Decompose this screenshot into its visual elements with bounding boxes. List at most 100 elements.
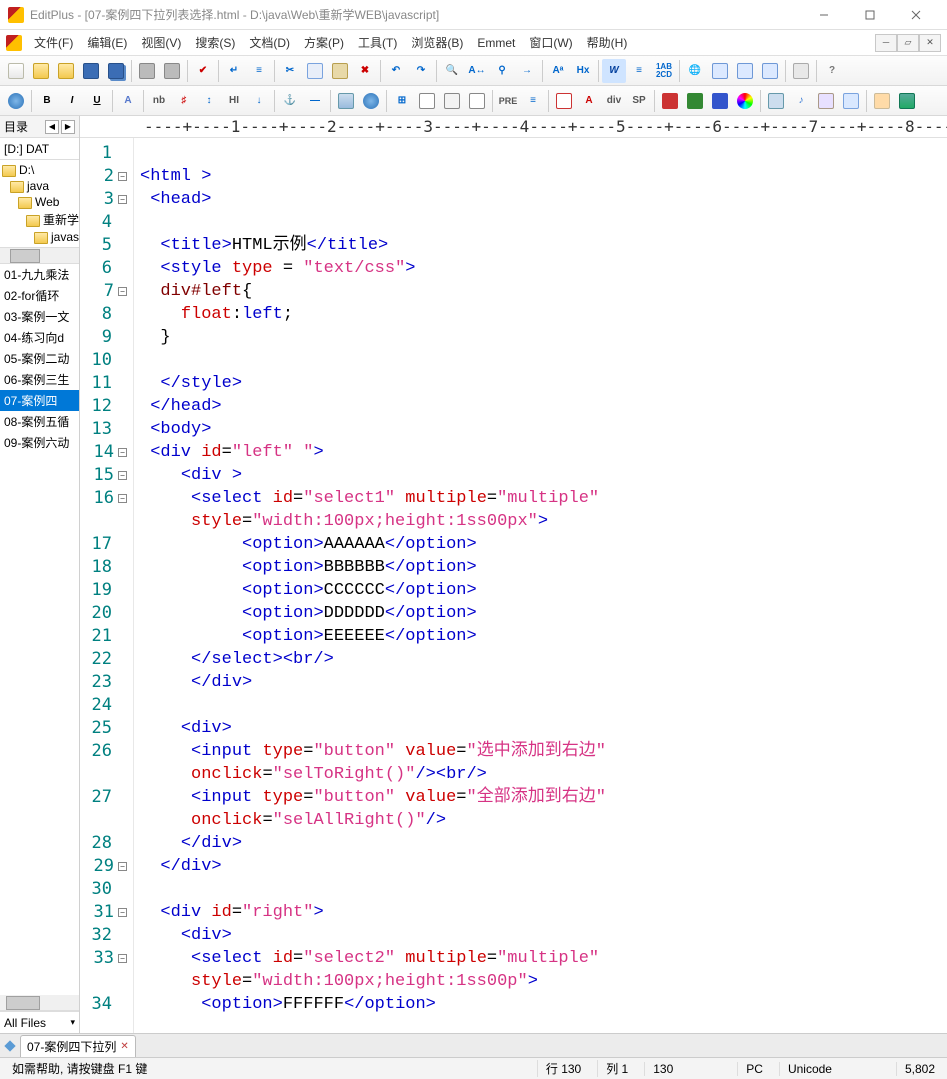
- code-line[interactable]: <input type="button" value="选中添加到右边": [140, 740, 941, 763]
- redo-button[interactable]: ↷: [409, 59, 433, 83]
- object-button[interactable]: [814, 89, 838, 113]
- menu-document[interactable]: 文档(D): [243, 32, 296, 53]
- code-line[interactable]: </div>: [140, 832, 941, 855]
- column-button[interactable]: 1AB2CD: [652, 59, 676, 83]
- file-item[interactable]: 09-案例六动: [0, 432, 79, 453]
- script-button[interactable]: [552, 89, 576, 113]
- code-line[interactable]: onclick="selToRight()"/><br/>: [140, 763, 941, 786]
- hex-button[interactable]: Hx: [571, 59, 595, 83]
- tree-item[interactable]: Web: [0, 194, 79, 210]
- code-line[interactable]: style="width:100px;height:1ss00p">: [140, 970, 941, 993]
- mdi-restore[interactable]: ▱: [897, 34, 919, 52]
- color-picker-button[interactable]: [733, 89, 757, 113]
- span-button[interactable]: SP: [627, 89, 651, 113]
- code-line[interactable]: <div>: [140, 717, 941, 740]
- code-view[interactable]: <html > <head> <title>HTML示例</title> <st…: [134, 138, 947, 1033]
- close-icon[interactable]: ✕: [120, 1041, 128, 1052]
- code-line[interactable]: <title>HTML示例</title>: [140, 234, 941, 257]
- file-item[interactable]: 08-案例五循: [0, 411, 79, 432]
- minimize-button[interactable]: [801, 0, 847, 30]
- code-line[interactable]: [140, 142, 941, 165]
- table-button[interactable]: ⊞: [390, 89, 414, 113]
- color-r-button[interactable]: [658, 89, 682, 113]
- code-line[interactable]: <select id="select1" multiple="multiple": [140, 487, 941, 510]
- file-item[interactable]: 06-案例三生: [0, 369, 79, 390]
- code-line[interactable]: <option>BBBBBB</option>: [140, 556, 941, 579]
- file-filter[interactable]: All Files ▾: [0, 1011, 79, 1033]
- drive-selector[interactable]: [D:] DAT: [0, 138, 79, 160]
- hr-button[interactable]: —: [303, 89, 327, 113]
- spellcheck-button[interactable]: ✔: [191, 59, 215, 83]
- code-line[interactable]: <option>AAAAAA</option>: [140, 533, 941, 556]
- goto-button[interactable]: →: [515, 59, 539, 83]
- browser-button[interactable]: 🌐: [683, 59, 707, 83]
- media-button[interactable]: [764, 89, 788, 113]
- menu-window[interactable]: 窗口(W): [523, 32, 578, 53]
- code-line[interactable]: [140, 211, 941, 234]
- menu-help[interactable]: 帮助(H): [581, 32, 634, 53]
- code-line[interactable]: <body>: [140, 418, 941, 441]
- code-line[interactable]: <style type = "text/css">: [140, 257, 941, 280]
- code-line[interactable]: <html >: [140, 165, 941, 188]
- font-button[interactable]: A: [116, 89, 140, 113]
- settings-button[interactable]: [789, 59, 813, 83]
- fullscreen-button[interactable]: [708, 59, 732, 83]
- validate-button[interactable]: [895, 89, 919, 113]
- code-line[interactable]: [140, 349, 941, 372]
- code-line[interactable]: <div >: [140, 464, 941, 487]
- sidebar-hscroll[interactable]: [0, 248, 79, 264]
- output-button[interactable]: [758, 59, 782, 83]
- print-button[interactable]: [135, 59, 159, 83]
- wordwrap-button[interactable]: ↵: [222, 59, 246, 83]
- heading-button[interactable]: HI: [222, 89, 246, 113]
- code-line[interactable]: <option>CCCCCC</option>: [140, 579, 941, 602]
- sidebar-next-button[interactable]: ▶: [61, 120, 75, 134]
- sidebar-prev-button[interactable]: ◀: [45, 120, 59, 134]
- br-button[interactable]: ↓: [247, 89, 271, 113]
- color-g-button[interactable]: [683, 89, 707, 113]
- code-line[interactable]: onclick="selAllRight()"/>: [140, 809, 941, 832]
- flash-button[interactable]: [839, 89, 863, 113]
- menu-project[interactable]: 方案(P): [298, 32, 350, 53]
- list-button[interactable]: ≡: [521, 89, 545, 113]
- tidy-button[interactable]: [870, 89, 894, 113]
- paste-button[interactable]: [328, 59, 352, 83]
- preview-button[interactable]: [4, 89, 28, 113]
- find-button[interactable]: 🔍: [440, 59, 464, 83]
- help-button[interactable]: ?: [820, 59, 844, 83]
- input-button[interactable]: [440, 89, 464, 113]
- audio-button[interactable]: ♪: [789, 89, 813, 113]
- code-line[interactable]: [140, 878, 941, 901]
- copy-button[interactable]: [303, 59, 327, 83]
- save-button[interactable]: [79, 59, 103, 83]
- cut-button[interactable]: ✂: [278, 59, 302, 83]
- file-item[interactable]: 02-for循环: [0, 285, 79, 306]
- code-line[interactable]: <option>EEEEEE</option>: [140, 625, 941, 648]
- menu-emmet[interactable]: Emmet: [471, 34, 521, 52]
- code-line[interactable]: div#left{: [140, 280, 941, 303]
- linenumber-button[interactable]: ≡: [247, 59, 271, 83]
- nbsp-button[interactable]: nb: [147, 89, 171, 113]
- menu-edit[interactable]: 编辑(E): [81, 32, 133, 53]
- code-line[interactable]: </div>: [140, 855, 941, 878]
- form-button[interactable]: [415, 89, 439, 113]
- replace-button[interactable]: A↔: [465, 59, 489, 83]
- tree-item[interactable]: java: [0, 178, 79, 194]
- code-line[interactable]: [140, 694, 941, 717]
- menu-tools[interactable]: 工具(T): [352, 32, 403, 53]
- code-line[interactable]: float:left;: [140, 303, 941, 326]
- code-line[interactable]: <option>DDDDDD</option>: [140, 602, 941, 625]
- fontsize-button[interactable]: Aᵃ: [546, 59, 570, 83]
- ruler-button[interactable]: ≡: [627, 59, 651, 83]
- menu-view[interactable]: 视图(V): [135, 32, 187, 53]
- code-line[interactable]: }: [140, 326, 941, 349]
- image-button[interactable]: [334, 89, 358, 113]
- new-file-button[interactable]: [4, 59, 28, 83]
- maximize-button[interactable]: [847, 0, 893, 30]
- menu-search[interactable]: 搜索(S): [189, 32, 241, 53]
- code-line[interactable]: </div>: [140, 671, 941, 694]
- style-a-button[interactable]: A: [577, 89, 601, 113]
- center-button[interactable]: ↕: [197, 89, 221, 113]
- delete-button[interactable]: ✖: [353, 59, 377, 83]
- code-line[interactable]: <head>: [140, 188, 941, 211]
